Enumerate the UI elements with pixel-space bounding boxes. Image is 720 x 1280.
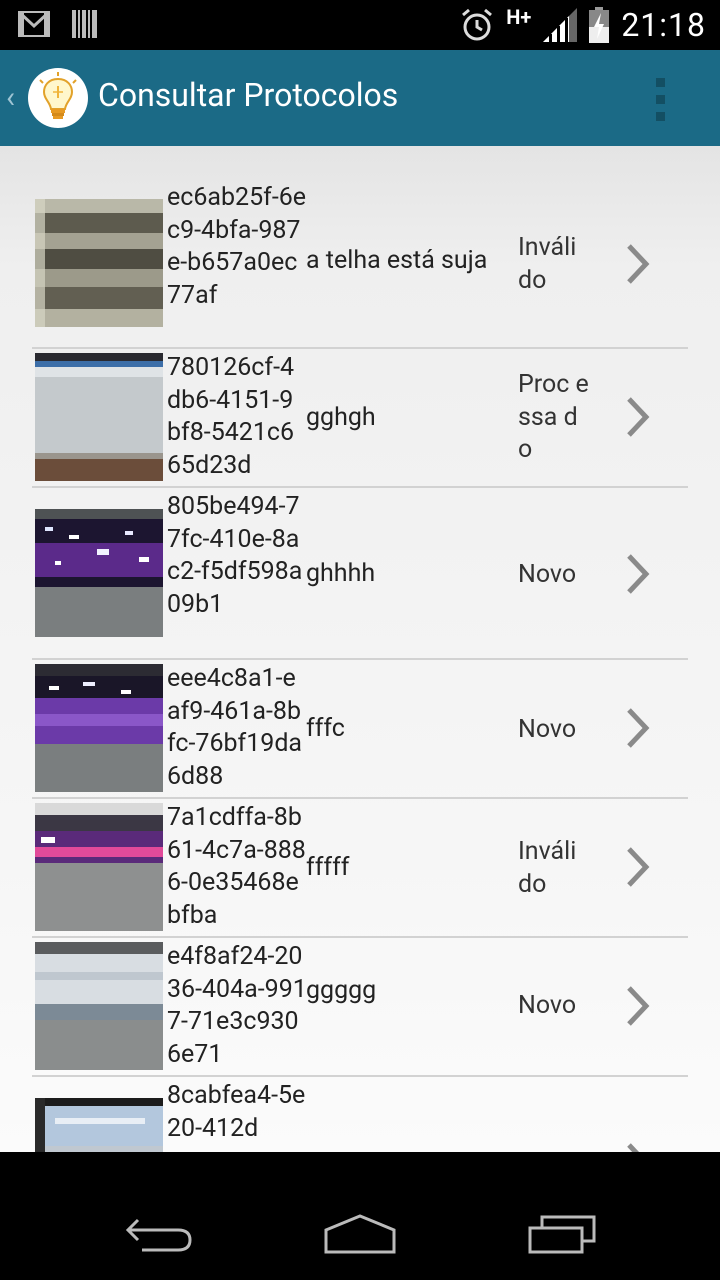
page-title: Consultar Protocolos xyxy=(98,76,399,114)
protocol-description: gghgh xyxy=(306,403,376,432)
protocol-code: eee4c8a1-eaf9-461a-8bfc-76bf19da6d88 xyxy=(167,664,303,791)
protocol-description: fffc xyxy=(306,714,345,743)
overflow-menu-icon[interactable] xyxy=(652,78,670,122)
protocol-row[interactable]: e4f8af24-2036-404a-9917-71e3c9306e71 ggg… xyxy=(32,938,688,1077)
protocol-row[interactable]: 8cabfea4-5e20-412d xyxy=(32,1077,688,1152)
thumbnail-image xyxy=(35,509,163,637)
signal-icon xyxy=(543,8,578,42)
status-bar: H+ 21:18 xyxy=(0,0,720,50)
thumbnail-image xyxy=(35,199,163,327)
chevron-right-icon[interactable] xyxy=(624,706,652,750)
protocol-status: Novo xyxy=(518,560,577,589)
network-type: H+ xyxy=(506,5,532,29)
protocol-status: Inváli do xyxy=(518,837,577,899)
protocol-status: Novo xyxy=(518,715,577,744)
protocol-code: e4f8af24-2036-404a-9917-71e3c9306e71 xyxy=(167,942,307,1069)
thumbnail-image xyxy=(35,803,163,931)
protocol-row[interactable]: ec6ab25f-6ec9-4bfa-987e-b657a0ec77af a t… xyxy=(32,182,688,349)
protocol-description: ghhhh xyxy=(306,559,376,588)
lightbulb-icon[interactable] xyxy=(28,68,88,128)
thumbnail-image xyxy=(35,664,163,792)
chevron-right-icon[interactable] xyxy=(624,552,652,596)
home-icon[interactable] xyxy=(322,1212,398,1256)
recent-apps-icon[interactable] xyxy=(526,1214,598,1254)
gmail-icon xyxy=(18,11,50,37)
action-bar: ‹ Consultar Protocolos xyxy=(0,50,720,146)
protocol-row[interactable]: eee4c8a1-eaf9-461a-8bfc-76bf19da6d88 fff… xyxy=(32,660,688,799)
protocol-description: ggggg xyxy=(306,976,377,1005)
chevron-right-icon[interactable] xyxy=(624,1141,652,1152)
protocol-description: fffff xyxy=(306,853,350,882)
protocol-code: 780126cf-4db6-4151-9bf8-5421c665d23d xyxy=(167,353,295,480)
protocol-code: 805be494-77fc-410e-8ac2-f5df598a09b1 xyxy=(167,492,303,619)
protocol-list-container: ec6ab25f-6ec9-4bfa-987e-b657a0ec77af a t… xyxy=(0,146,720,1152)
protocol-row[interactable]: 805be494-77fc-410e-8ac2-f5df598a09b1 ghh… xyxy=(32,488,688,660)
chevron-right-icon[interactable] xyxy=(624,845,652,889)
navigation-bar xyxy=(0,1184,720,1280)
protocol-status: Novo xyxy=(518,991,577,1020)
thumbnail-image xyxy=(35,1098,163,1152)
protocol-row[interactable]: 780126cf-4db6-4151-9bf8-5421c665d23d ggh… xyxy=(32,349,688,488)
back-icon[interactable] xyxy=(124,1214,194,1254)
clock: 21:18 xyxy=(621,6,706,44)
thumbnail-image xyxy=(35,353,163,481)
chevron-right-icon[interactable] xyxy=(624,984,652,1028)
alarm-icon xyxy=(462,8,493,41)
protocol-code: 8cabfea4-5e20-412d xyxy=(167,1081,306,1143)
battery-charging-icon xyxy=(589,7,610,43)
up-caret-icon[interactable]: ‹ xyxy=(6,80,15,115)
thumbnail-image xyxy=(35,942,163,1070)
barcode-icon xyxy=(72,10,97,38)
protocol-code: 7a1cdffa-8b61-4c7a-8886-0e35468ebfba xyxy=(167,803,306,930)
protocol-description: a telha está suja xyxy=(306,246,488,275)
protocol-status: Inváli do xyxy=(518,233,577,295)
chevron-right-icon[interactable] xyxy=(624,242,652,286)
protocol-list: ec6ab25f-6ec9-4bfa-987e-b657a0ec77af a t… xyxy=(32,182,688,1152)
protocol-row[interactable]: 7a1cdffa-8b61-4c7a-8886-0e35468ebfba fff… xyxy=(32,799,688,938)
protocol-status: Proc essa do xyxy=(518,370,589,464)
chevron-right-icon[interactable] xyxy=(624,395,652,439)
protocol-code: ec6ab25f-6ec9-4bfa-987e-b657a0ec77af xyxy=(167,183,307,310)
